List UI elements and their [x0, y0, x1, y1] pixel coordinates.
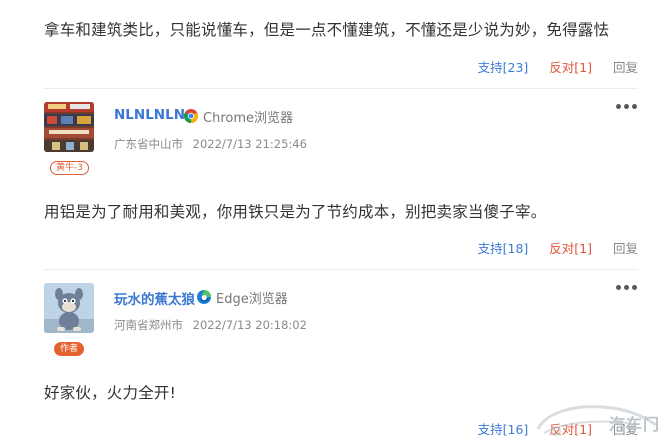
reply-button[interactable]: 回复	[613, 241, 638, 256]
author-badge: 作者	[54, 342, 85, 356]
location: 广东省中山市	[114, 137, 183, 151]
watermark-text: 汽车门	[608, 415, 660, 434]
browser-name: Edge浏览器	[216, 292, 288, 307]
support-button[interactable]: 支持[18]	[478, 241, 529, 256]
comment-meta: 广东省中山市 2022/7/13 21:25:46	[114, 136, 307, 152]
username[interactable]: 玩水的蕉太狼	[114, 288, 195, 308]
support-button[interactable]: 支持[23]	[478, 60, 529, 75]
comment-text: 好家伙，火力全开!	[44, 384, 177, 402]
avatar-image	[44, 102, 94, 152]
avatar[interactable]	[44, 283, 94, 333]
comment-meta: 河南省郑州市 2022/7/13 20:18:02	[114, 317, 307, 333]
divider	[44, 269, 638, 270]
username[interactable]: NLNLNLN	[114, 107, 185, 123]
location: 河南省郑州市	[114, 318, 183, 332]
user-badge: 黄牛-3	[50, 161, 89, 175]
avatar[interactable]	[44, 102, 94, 152]
comment-actions: 支持[18] 反对[1] 回复	[461, 238, 638, 257]
avatar-image	[44, 283, 94, 333]
comment-text: 用铝是为了耐用和美观，你用铁只是为了节约成本，别把卖家当傻子宰。	[44, 203, 547, 221]
comment-list: 拿车和建筑类比，只能说懂车，但是一点不懂建筑，不懂还是少说为妙，免得露怯 支持[…	[0, 0, 668, 443]
browser-name: Chrome浏览器	[203, 111, 293, 126]
edge-icon	[197, 290, 211, 304]
oppose-button[interactable]: 反对[1]	[549, 241, 592, 256]
comment-text: 拿车和建筑类比，只能说懂车，但是一点不懂建筑，不懂还是少说为妙，免得露怯	[44, 21, 610, 39]
divider	[44, 88, 638, 89]
more-options-icon[interactable]	[616, 103, 638, 111]
timestamp: 2022/7/13 20:18:02	[192, 318, 307, 332]
comment-actions: 支持[23] 反对[1] 回复	[461, 57, 638, 76]
support-button[interactable]: 支持[16]	[478, 422, 529, 437]
reply-button[interactable]: 回复	[613, 60, 638, 75]
timestamp: 2022/7/13 21:25:46	[192, 137, 307, 151]
oppose-button[interactable]: 反对[1]	[549, 60, 592, 75]
chrome-icon	[184, 109, 198, 123]
more-options-icon[interactable]	[616, 284, 638, 292]
